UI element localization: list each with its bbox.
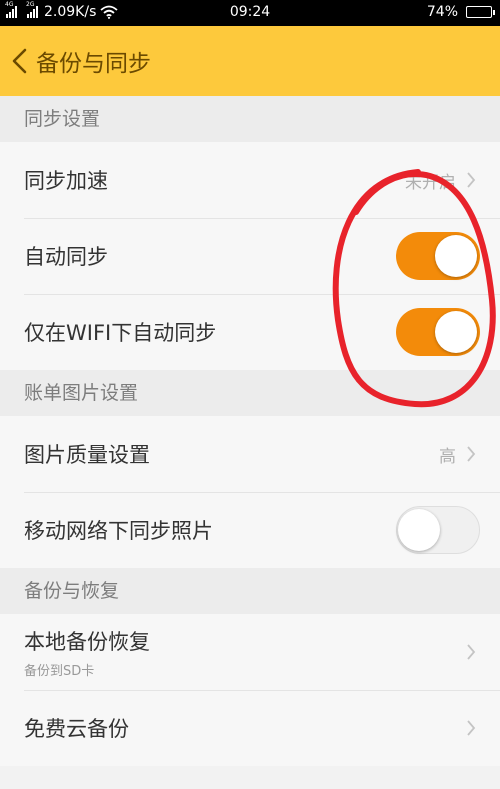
section-header-backup: 备份与恢复	[0, 568, 500, 614]
battery-icon	[466, 6, 495, 18]
toggle-knob	[435, 311, 477, 353]
back-button[interactable]: 备份与同步	[0, 26, 151, 96]
row-image-quality[interactable]: 图片质量设置 高	[0, 416, 500, 492]
toggle-knob	[435, 235, 477, 277]
row-auto-sync: 自动同步	[0, 218, 500, 294]
mobile-photo-sync-toggle[interactable]	[396, 506, 480, 554]
toggle-knob	[398, 509, 440, 551]
row-value: 未开启	[405, 172, 456, 193]
app-header: 备份与同步	[0, 26, 500, 96]
auto-sync-toggle[interactable]	[396, 232, 480, 280]
row-label: 本地备份恢复	[24, 629, 150, 654]
row-label: 图片质量设置	[24, 443, 150, 467]
chevron-left-icon	[12, 48, 27, 74]
wifi-only-sync-toggle[interactable]	[396, 308, 480, 356]
page-title: 备份与同步	[36, 51, 151, 77]
row-wifi-only-sync: 仅在WIFI下自动同步	[0, 294, 500, 370]
row-label: 移动网络下同步照片	[24, 519, 213, 543]
chevron-right-icon	[466, 446, 476, 462]
row-label: 自动同步	[24, 245, 108, 269]
chevron-right-icon	[466, 720, 476, 736]
clock: 09:24	[229, 4, 271, 20]
row-value: 高	[439, 446, 456, 467]
status-bar: 4G 2G 2.09K/s 09:24 74%	[0, 0, 500, 26]
row-mobile-photo-sync: 移动网络下同步照片	[0, 492, 500, 568]
row-label: 仅在WIFI下自动同步	[24, 321, 217, 345]
battery-percent: 74%	[426, 4, 458, 20]
row-label: 免费云备份	[24, 717, 129, 741]
row-sublabel: 备份到SD卡	[24, 663, 95, 679]
section-header-sync: 同步设置	[0, 96, 500, 142]
row-local-backup[interactable]: 本地备份恢复 备份到SD卡	[0, 614, 500, 690]
row-sync-acceleration[interactable]: 同步加速 未开启	[0, 142, 500, 218]
section-header-bill-images: 账单图片设置	[0, 370, 500, 416]
chevron-right-icon	[466, 644, 476, 660]
settings-list: 同步设置 同步加速 未开启 自动同步 仅在WIFI下自动同步 账单图片设置 图片…	[0, 96, 500, 766]
row-label: 同步加速	[24, 169, 108, 193]
chevron-right-icon	[466, 172, 476, 188]
row-cloud-backup[interactable]: 免费云备份	[0, 690, 500, 766]
